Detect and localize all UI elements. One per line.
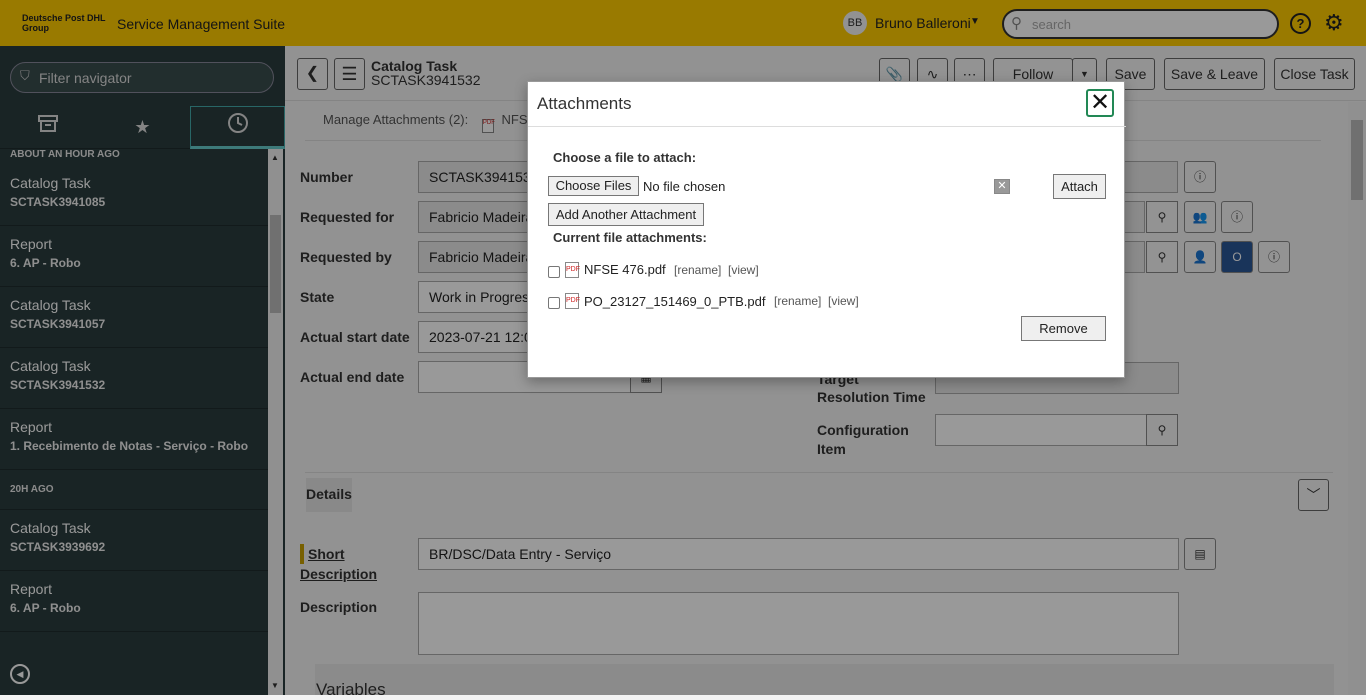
current-attachments-label: Current file attachments: [553,230,707,245]
remove-button[interactable]: Remove [1021,316,1106,341]
choose-file-label: Choose a file to attach: [553,150,697,165]
choose-files-button[interactable]: Choose Files [548,176,639,196]
attachments-dialog: Attachments ✕ Choose a file to attach: C… [527,81,1126,378]
dialog-title: Attachments [537,94,632,113]
rename-link[interactable]: [rename] [674,263,721,277]
view-link[interactable]: [view] [728,263,759,277]
clear-file-icon[interactable]: ✕ [994,179,1010,194]
no-file-chosen-text: No file chosen [643,179,726,194]
pdf-file-icon: PDF [565,262,580,278]
rename-link[interactable]: [rename] [774,294,821,308]
view-link[interactable]: [view] [828,294,859,308]
attachment-file-name[interactable]: NFSE 476.pdf [584,262,666,277]
dialog-divider [528,126,1126,127]
attachment-checkbox[interactable] [548,266,560,278]
attachment-checkbox[interactable] [548,297,560,309]
attachment-file-name[interactable]: PO_23127_151469_0_PTB.pdf [584,294,765,309]
add-another-attachment-button[interactable]: Add Another Attachment [548,203,704,226]
pdf-file-icon: PDF [565,293,580,309]
attach-button[interactable]: Attach [1053,174,1106,199]
close-icon[interactable]: ✕ [1086,89,1114,117]
